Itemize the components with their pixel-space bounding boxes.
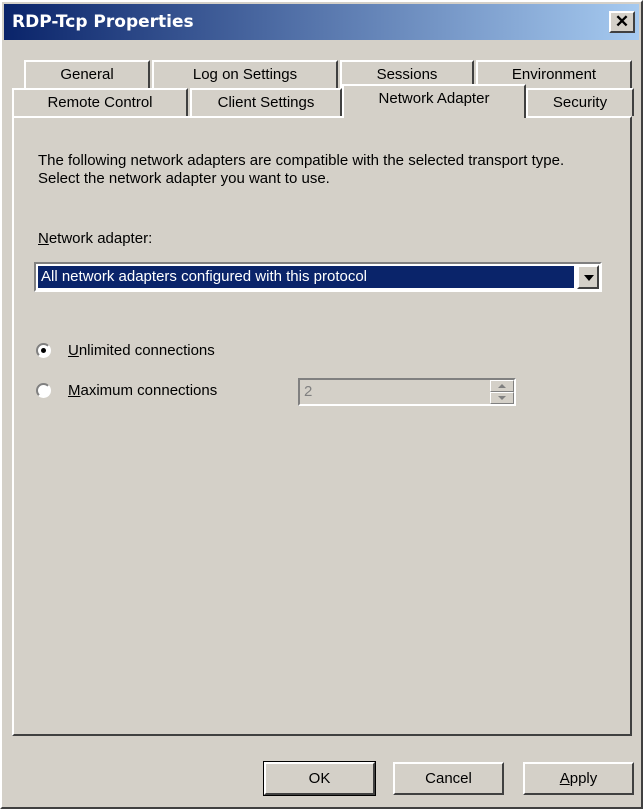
tab-remote-control[interactable]: Remote Control (12, 88, 188, 116)
spinner-value: 2 (304, 383, 313, 400)
network-adapter-panel: The following network adapters are compa… (12, 116, 632, 736)
cancel-button[interactable]: Cancel (393, 762, 504, 795)
properties-dialog: RDP-Tcp Properties ✕ General Log on Sett… (0, 0, 643, 809)
selected-adapter: All network adapters configured with thi… (38, 266, 574, 288)
accelerator-key: A (559, 770, 570, 787)
tab-network-adapter[interactable]: Network Adapter (342, 84, 526, 118)
network-adapter-dropdown[interactable]: All network adapters configured with thi… (34, 262, 602, 292)
radio-checked-icon[interactable] (36, 343, 51, 358)
accelerator-key: U (68, 342, 79, 359)
label-text: nlimited connections (78, 342, 215, 359)
radio-label: Maximum connections (68, 380, 217, 402)
button-label: pply (569, 770, 598, 787)
radio-unchecked-icon[interactable] (36, 383, 51, 398)
tab-label: Sessions (376, 66, 438, 83)
description-text: The following network adapters are compa… (38, 152, 565, 187)
accelerator-key: N (38, 230, 49, 247)
tab-general[interactable]: General (24, 60, 150, 88)
label-text: etwork adapter: (48, 230, 153, 247)
spin-down-icon[interactable] (490, 392, 514, 404)
ok-button[interactable]: OK (263, 761, 376, 796)
button-label: Cancel (425, 770, 472, 787)
accelerator-key: M (68, 382, 81, 399)
network-adapter-label: Network adapter: (38, 230, 152, 247)
apply-button[interactable]: Apply (523, 762, 634, 795)
radio-label: Unlimited connections (68, 340, 215, 362)
tab-security[interactable]: Security (526, 88, 634, 116)
window-title: RDP-Tcp Properties (12, 12, 194, 32)
tab-log-on-settings[interactable]: Log on Settings (152, 60, 338, 88)
tab-client-settings[interactable]: Client Settings (190, 88, 342, 116)
tab-label: Client Settings (217, 94, 315, 111)
tab-label: Log on Settings (192, 66, 298, 83)
dropdown-arrow-icon[interactable] (577, 265, 599, 289)
title-bar: RDP-Tcp Properties ✕ (4, 4, 639, 40)
tab-label: General (60, 66, 114, 83)
spinner-buttons (490, 380, 514, 404)
tab-label: Remote Control (47, 94, 153, 111)
button-label: OK (308, 770, 331, 787)
close-icon: ✕ (614, 12, 630, 31)
label-text: aximum connections (80, 382, 218, 399)
close-button[interactable]: ✕ (609, 11, 635, 33)
tab-label: Security (552, 94, 608, 111)
spin-up-icon[interactable] (490, 380, 514, 392)
tab-label: Network Adapter (378, 90, 490, 107)
maximum-connections-spinner[interactable]: 2 (298, 378, 516, 406)
tab-label: Environment (511, 66, 597, 83)
